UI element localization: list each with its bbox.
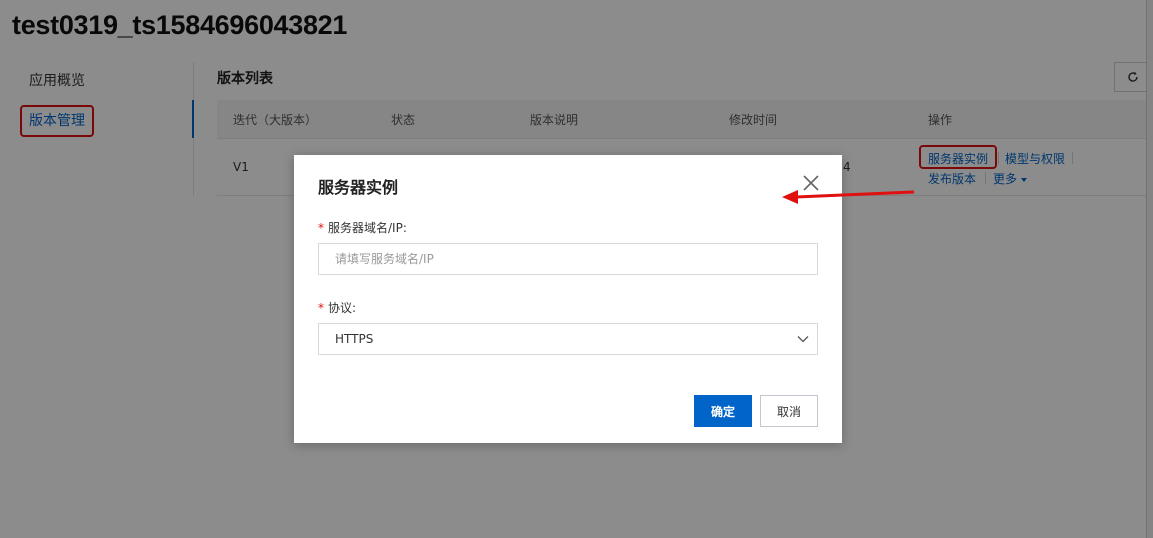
annotation-arrow [782, 190, 915, 204]
page: test0319_ts1584696043821 应用概览 版本管理 版本列表 … [0, 0, 1153, 538]
